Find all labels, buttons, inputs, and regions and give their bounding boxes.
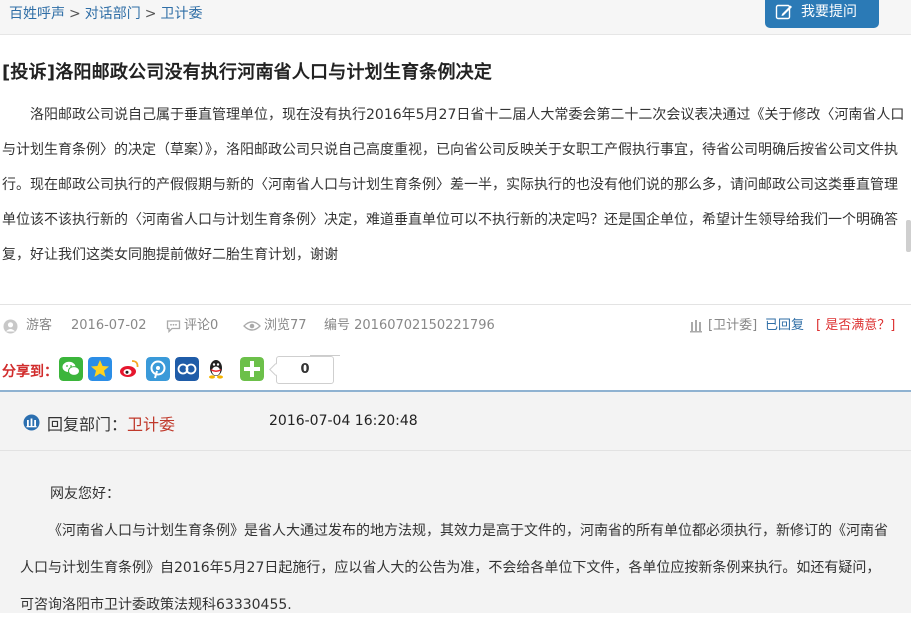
department-icon	[690, 320, 702, 333]
weibo-icon[interactable]	[117, 357, 141, 381]
reply-department-label: 回复部门：	[47, 415, 128, 434]
wechat-icon[interactable]	[59, 357, 83, 381]
share-bar: 分享到： 0	[0, 355, 911, 385]
breadcrumb-item-health-commission[interactable]: 卫计委	[160, 6, 202, 22]
breadcrumb-item-people-voice[interactable]: 百姓呼声	[9, 6, 65, 22]
reply-text: 《河南省人口与计划生育条例》是省人大通过发布的地方法规，其效力是高于文件的，河南…	[20, 523, 888, 613]
reply-department: 回复部门：卫计委	[47, 411, 175, 435]
breadcrumb: 百姓呼声 > 对话部门 > 卫计委	[9, 3, 202, 23]
satisfaction-link[interactable]: [ 是否满意？]	[816, 316, 895, 336]
reply-time: 2016-07-04 16:20:48	[269, 413, 418, 429]
meta-date: 2016-07-02	[71, 318, 147, 333]
question-body: 洛阳邮政公司说自己属于垂直管理单位，现在没有执行2016年5月27日省十二届人大…	[2, 107, 905, 263]
edit-icon	[775, 4, 792, 20]
meta-status: 已回复	[765, 318, 805, 333]
reply-header: 回复部门：卫计委 2016-07-04 16:20:48	[0, 392, 911, 451]
meta-views: 浏览77	[264, 318, 307, 333]
question-title: [投诉]洛阳邮政公司没有执行河南省人口与计划生育条例决定	[2, 62, 493, 83]
user-icon	[3, 319, 18, 334]
renren-icon[interactable]	[175, 357, 199, 381]
department-icon	[23, 414, 40, 431]
breadcrumb-separator: >	[144, 6, 157, 22]
eye-icon	[243, 321, 261, 331]
comment-icon	[166, 320, 181, 333]
meta-comments[interactable]: 评论0	[184, 316, 218, 336]
divider	[0, 304, 911, 305]
ask-question-button[interactable]: 我要提问	[765, 0, 879, 28]
qq-icon[interactable]	[204, 357, 228, 381]
qzone-icon[interactable]	[88, 357, 112, 381]
reply-body: 网友您好： 《河南省人口与计划生育条例》是省人大通过发布的地方法规，其效力是高于…	[20, 476, 888, 624]
meta-number: 编号 20160702150221796	[324, 318, 495, 333]
scrollbar-thumb[interactable]	[906, 220, 911, 252]
tencent-weibo-icon[interactable]	[146, 357, 170, 381]
meta-user: 游客	[26, 318, 53, 333]
breadcrumb-item-dialogue-departments[interactable]: 对话部门	[85, 6, 141, 22]
share-count: 0	[276, 356, 334, 384]
top-bar: 百姓呼声 > 对话部门 > 卫计委 我要提问	[0, 0, 911, 35]
question-meta: 游客 2016-07-02 评论0 浏览77 编号 20160702150221…	[0, 316, 911, 338]
share-label: 分享到：	[2, 364, 58, 380]
breadcrumb-separator: >	[69, 6, 81, 22]
reply-greeting: 网友您好：	[50, 486, 120, 502]
reply-department-name[interactable]: 卫计委	[127, 415, 175, 434]
more-share-icon[interactable]	[240, 357, 264, 381]
ask-question-label: 我要提问	[801, 4, 857, 20]
reply-section: 回复部门：卫计委 2016-07-04 16:20:48 网友您好： 《河南省人…	[0, 392, 911, 613]
meta-department[interactable]: [卫计委]	[708, 316, 757, 336]
